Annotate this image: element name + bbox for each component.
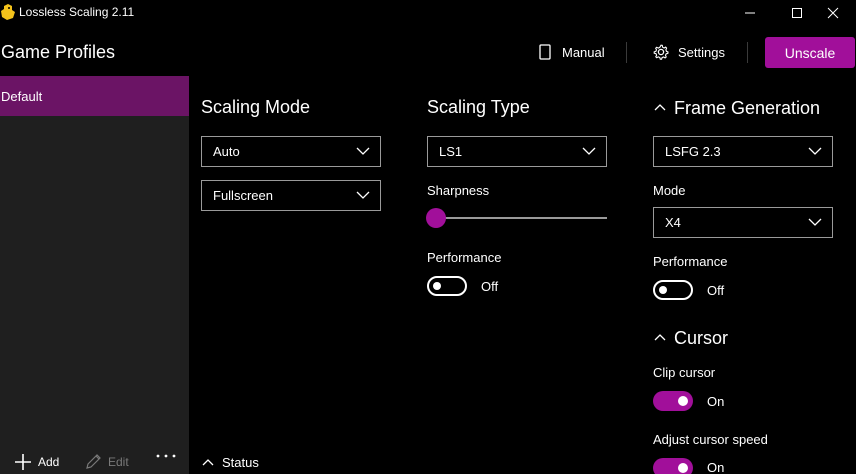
settings-label: Settings [678,44,725,60]
header-divider [626,42,627,63]
scaling-mode-value: Auto [213,144,240,159]
fg-mode-label: Mode [653,183,686,198]
scaling-type-title: Scaling Type [427,97,530,117]
status-toggle[interactable]: Status [222,455,259,470]
more-options-button[interactable] [155,453,183,459]
unscale-button[interactable]: Unscale [765,37,855,68]
fg-performance-label: Performance [653,254,728,269]
chevron-down-icon [808,147,822,155]
edit-profile-button[interactable]: Edit [85,453,129,470]
toggle-knob [678,396,688,406]
chevron-down-icon [808,218,822,226]
plus-icon [15,454,31,470]
scaling-type-value: LS1 [439,144,463,159]
toggle-knob [659,286,667,294]
adjust-cursor-speed-state: On [707,460,725,474]
scaling-mode-dropdown[interactable]: Auto [201,136,381,167]
profile-label: Default [1,88,43,104]
scaling-performance-label: Performance [427,250,502,265]
window-mode-dropdown[interactable]: Fullscreen [201,180,381,211]
toggle-knob [678,463,688,473]
profiles-sidebar: Default [0,76,189,474]
settings-button[interactable]: Settings [653,42,725,62]
minimize-button[interactable] [727,0,773,26]
chevron-up-icon[interactable] [654,103,666,111]
window-mode-value: Fullscreen [213,188,273,203]
adjust-cursor-speed-label: Adjust cursor speed [653,432,768,447]
scaling-performance-state: Off [481,279,499,294]
toggle-knob [433,282,441,290]
clip-cursor-state: On [707,394,725,409]
close-button[interactable] [810,0,856,26]
frame-generation-title[interactable]: Frame Generation [674,98,820,119]
add-label: Add [38,455,60,469]
frame-generation-value: LSFG 2.3 [665,144,721,159]
manual-label: Manual [562,44,605,60]
scaling-performance-toggle[interactable] [427,276,467,296]
page-title: Game Profiles [1,42,116,62]
chevron-down-icon [582,147,596,155]
clip-cursor-toggle[interactable] [653,391,693,411]
manual-icon [539,44,551,60]
chevron-up-icon[interactable] [202,458,214,466]
header-divider [747,42,748,63]
fg-mode-value: X4 [665,215,681,230]
title-bar: Lossless Scaling 2.11 [0,0,856,26]
frame-generation-dropdown[interactable]: LSFG 2.3 [653,136,833,167]
add-profile-button[interactable]: Add [14,453,59,471]
sharpness-slider-track[interactable] [427,217,607,219]
more-icon [156,454,176,458]
cursor-title[interactable]: Cursor [674,328,728,349]
fg-mode-dropdown[interactable]: X4 [653,207,833,238]
fg-performance-state: Off [707,283,725,298]
adjust-cursor-speed-toggle[interactable] [653,458,693,474]
edit-label: Edit [108,454,129,469]
chevron-up-icon[interactable] [654,333,666,341]
manual-button[interactable]: Manual [537,42,605,62]
chevron-down-icon [356,191,370,199]
gear-icon [653,44,669,60]
scaling-type-dropdown[interactable]: LS1 [427,136,607,167]
profile-item-default[interactable]: Default [0,76,189,116]
scaling-mode-title: Scaling Mode [201,97,311,117]
sharpness-slider-thumb[interactable] [426,208,446,228]
minimize-icon [745,12,755,14]
close-icon [827,7,839,19]
sharpness-label: Sharpness [427,183,490,198]
chevron-down-icon [356,147,370,155]
fg-performance-toggle[interactable] [653,280,693,300]
maximize-icon [792,8,802,18]
app-title: Lossless Scaling 2.11 [19,5,135,19]
clip-cursor-label: Clip cursor [653,365,716,380]
pencil-icon [86,454,101,469]
app-logo-icon [1,4,15,20]
